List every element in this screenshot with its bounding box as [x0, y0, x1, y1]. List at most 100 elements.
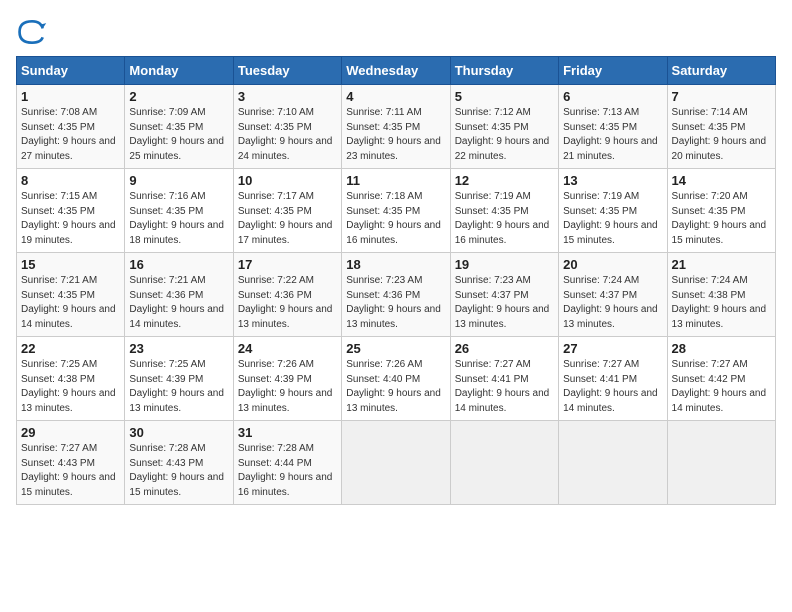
day-number: 2: [129, 89, 228, 104]
day-cell: 24 Sunrise: 7:26 AMSunset: 4:39 PMDaylig…: [233, 337, 341, 421]
day-number: 15: [21, 257, 120, 272]
day-cell: 12 Sunrise: 7:19 AMSunset: 4:35 PMDaylig…: [450, 169, 558, 253]
day-info: Sunrise: 7:28 AMSunset: 4:43 PMDaylight:…: [129, 442, 228, 500]
day-cell: 3 Sunrise: 7:10 AMSunset: 4:35 PMDayligh…: [233, 85, 341, 169]
day-cell: 15 Sunrise: 7:21 AMSunset: 4:35 PMDaylig…: [17, 253, 125, 337]
day-cell: 28 Sunrise: 7:27 AMSunset: 4:42 PMDaylig…: [667, 337, 775, 421]
day-cell: 8 Sunrise: 7:15 AMSunset: 4:35 PMDayligh…: [17, 169, 125, 253]
day-number: 19: [455, 257, 554, 272]
day-cell: [342, 421, 450, 505]
day-cell: 22 Sunrise: 7:25 AMSunset: 4:38 PMDaylig…: [17, 337, 125, 421]
day-cell: 1 Sunrise: 7:08 AMSunset: 4:35 PMDayligh…: [17, 85, 125, 169]
day-cell: 26 Sunrise: 7:27 AMSunset: 4:41 PMDaylig…: [450, 337, 558, 421]
day-info: Sunrise: 7:14 AMSunset: 4:35 PMDaylight:…: [672, 106, 771, 164]
day-number: 9: [129, 173, 228, 188]
day-info: Sunrise: 7:28 AMSunset: 4:44 PMDaylight:…: [238, 442, 337, 500]
header-row: SundayMondayTuesdayWednesdayThursdayFrid…: [17, 57, 776, 85]
day-info: Sunrise: 7:08 AMSunset: 4:35 PMDaylight:…: [21, 106, 120, 164]
day-number: 23: [129, 341, 228, 356]
header-tuesday: Tuesday: [233, 57, 341, 85]
day-info: Sunrise: 7:24 AMSunset: 4:37 PMDaylight:…: [563, 274, 662, 332]
day-number: 6: [563, 89, 662, 104]
day-info: Sunrise: 7:16 AMSunset: 4:35 PMDaylight:…: [129, 190, 228, 248]
header-sunday: Sunday: [17, 57, 125, 85]
day-number: 3: [238, 89, 337, 104]
day-info: Sunrise: 7:26 AMSunset: 4:39 PMDaylight:…: [238, 358, 337, 416]
day-number: 7: [672, 89, 771, 104]
header-friday: Friday: [559, 57, 667, 85]
day-cell: 16 Sunrise: 7:21 AMSunset: 4:36 PMDaylig…: [125, 253, 233, 337]
day-info: Sunrise: 7:27 AMSunset: 4:43 PMDaylight:…: [21, 442, 120, 500]
day-info: Sunrise: 7:21 AMSunset: 4:36 PMDaylight:…: [129, 274, 228, 332]
day-number: 30: [129, 425, 228, 440]
logo-icon: [16, 16, 48, 48]
logo: [16, 16, 52, 48]
day-info: Sunrise: 7:27 AMSunset: 4:41 PMDaylight:…: [455, 358, 554, 416]
day-cell: 20 Sunrise: 7:24 AMSunset: 4:37 PMDaylig…: [559, 253, 667, 337]
day-cell: [667, 421, 775, 505]
day-cell: 27 Sunrise: 7:27 AMSunset: 4:41 PMDaylig…: [559, 337, 667, 421]
day-number: 20: [563, 257, 662, 272]
day-number: 13: [563, 173, 662, 188]
day-cell: 5 Sunrise: 7:12 AMSunset: 4:35 PMDayligh…: [450, 85, 558, 169]
week-row-2: 15 Sunrise: 7:21 AMSunset: 4:35 PMDaylig…: [17, 253, 776, 337]
day-cell: 10 Sunrise: 7:17 AMSunset: 4:35 PMDaylig…: [233, 169, 341, 253]
day-number: 28: [672, 341, 771, 356]
day-number: 22: [21, 341, 120, 356]
day-info: Sunrise: 7:18 AMSunset: 4:35 PMDaylight:…: [346, 190, 445, 248]
day-cell: 30 Sunrise: 7:28 AMSunset: 4:43 PMDaylig…: [125, 421, 233, 505]
day-number: 29: [21, 425, 120, 440]
day-number: 14: [672, 173, 771, 188]
day-cell: 7 Sunrise: 7:14 AMSunset: 4:35 PMDayligh…: [667, 85, 775, 169]
day-info: Sunrise: 7:27 AMSunset: 4:41 PMDaylight:…: [563, 358, 662, 416]
day-number: 1: [21, 89, 120, 104]
week-row-0: 1 Sunrise: 7:08 AMSunset: 4:35 PMDayligh…: [17, 85, 776, 169]
week-row-4: 29 Sunrise: 7:27 AMSunset: 4:43 PMDaylig…: [17, 421, 776, 505]
day-number: 10: [238, 173, 337, 188]
day-info: Sunrise: 7:23 AMSunset: 4:36 PMDaylight:…: [346, 274, 445, 332]
week-row-3: 22 Sunrise: 7:25 AMSunset: 4:38 PMDaylig…: [17, 337, 776, 421]
day-cell: 19 Sunrise: 7:23 AMSunset: 4:37 PMDaylig…: [450, 253, 558, 337]
day-cell: 14 Sunrise: 7:20 AMSunset: 4:35 PMDaylig…: [667, 169, 775, 253]
day-info: Sunrise: 7:25 AMSunset: 4:38 PMDaylight:…: [21, 358, 120, 416]
day-info: Sunrise: 7:12 AMSunset: 4:35 PMDaylight:…: [455, 106, 554, 164]
day-number: 4: [346, 89, 445, 104]
day-cell: 21 Sunrise: 7:24 AMSunset: 4:38 PMDaylig…: [667, 253, 775, 337]
day-number: 16: [129, 257, 228, 272]
day-info: Sunrise: 7:13 AMSunset: 4:35 PMDaylight:…: [563, 106, 662, 164]
day-cell: 17 Sunrise: 7:22 AMSunset: 4:36 PMDaylig…: [233, 253, 341, 337]
day-cell: 25 Sunrise: 7:26 AMSunset: 4:40 PMDaylig…: [342, 337, 450, 421]
day-info: Sunrise: 7:10 AMSunset: 4:35 PMDaylight:…: [238, 106, 337, 164]
week-row-1: 8 Sunrise: 7:15 AMSunset: 4:35 PMDayligh…: [17, 169, 776, 253]
day-cell: 31 Sunrise: 7:28 AMSunset: 4:44 PMDaylig…: [233, 421, 341, 505]
day-cell: 18 Sunrise: 7:23 AMSunset: 4:36 PMDaylig…: [342, 253, 450, 337]
day-cell: 6 Sunrise: 7:13 AMSunset: 4:35 PMDayligh…: [559, 85, 667, 169]
day-cell: 4 Sunrise: 7:11 AMSunset: 4:35 PMDayligh…: [342, 85, 450, 169]
calendar-table: SundayMondayTuesdayWednesdayThursdayFrid…: [16, 56, 776, 505]
day-cell: [450, 421, 558, 505]
day-number: 8: [21, 173, 120, 188]
day-number: 26: [455, 341, 554, 356]
day-info: Sunrise: 7:11 AMSunset: 4:35 PMDaylight:…: [346, 106, 445, 164]
day-number: 27: [563, 341, 662, 356]
day-info: Sunrise: 7:23 AMSunset: 4:37 PMDaylight:…: [455, 274, 554, 332]
header-saturday: Saturday: [667, 57, 775, 85]
day-info: Sunrise: 7:20 AMSunset: 4:35 PMDaylight:…: [672, 190, 771, 248]
day-number: 24: [238, 341, 337, 356]
day-cell: 11 Sunrise: 7:18 AMSunset: 4:35 PMDaylig…: [342, 169, 450, 253]
header-wednesday: Wednesday: [342, 57, 450, 85]
day-info: Sunrise: 7:09 AMSunset: 4:35 PMDaylight:…: [129, 106, 228, 164]
day-number: 25: [346, 341, 445, 356]
day-cell: 2 Sunrise: 7:09 AMSunset: 4:35 PMDayligh…: [125, 85, 233, 169]
day-info: Sunrise: 7:22 AMSunset: 4:36 PMDaylight:…: [238, 274, 337, 332]
day-info: Sunrise: 7:25 AMSunset: 4:39 PMDaylight:…: [129, 358, 228, 416]
day-cell: [559, 421, 667, 505]
header-thursday: Thursday: [450, 57, 558, 85]
day-number: 12: [455, 173, 554, 188]
page-header: [16, 16, 776, 48]
day-info: Sunrise: 7:19 AMSunset: 4:35 PMDaylight:…: [455, 190, 554, 248]
day-info: Sunrise: 7:24 AMSunset: 4:38 PMDaylight:…: [672, 274, 771, 332]
day-cell: 29 Sunrise: 7:27 AMSunset: 4:43 PMDaylig…: [17, 421, 125, 505]
day-cell: 9 Sunrise: 7:16 AMSunset: 4:35 PMDayligh…: [125, 169, 233, 253]
day-number: 5: [455, 89, 554, 104]
